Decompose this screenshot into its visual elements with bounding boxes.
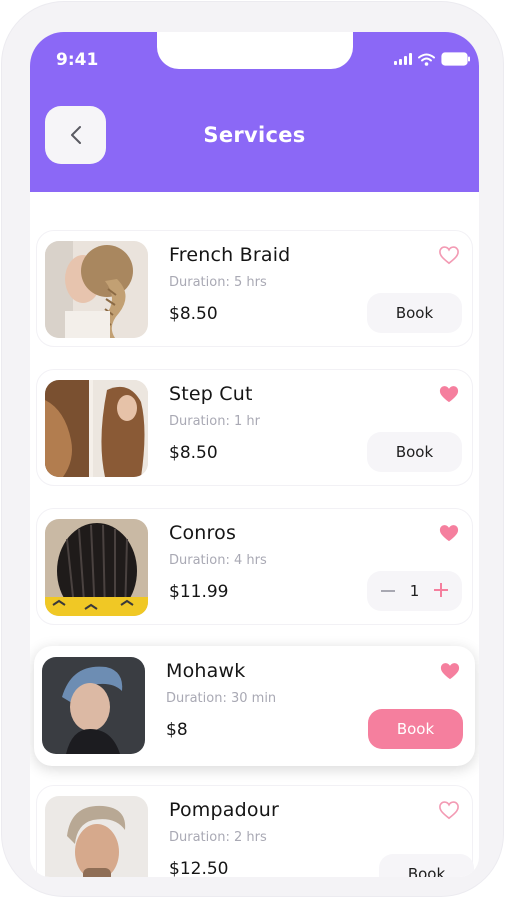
- quantity-stepper: 1: [367, 571, 462, 611]
- heart-filled-icon[interactable]: [438, 523, 460, 543]
- battery-icon: [441, 52, 470, 66]
- service-image: [42, 657, 145, 754]
- service-name: Step Cut: [169, 383, 253, 405]
- service-name: Mohawk: [166, 660, 246, 682]
- service-price: $8.50: [169, 443, 218, 463]
- app-screen: 9:41 Services French Braid Duration: 5 h…: [30, 32, 479, 877]
- device-notch: [157, 32, 353, 69]
- book-button[interactable]: Book: [379, 854, 474, 877]
- service-price: $8: [166, 720, 188, 740]
- wifi-icon: [418, 53, 435, 66]
- signal-icon: [394, 53, 412, 65]
- service-name: French Braid: [169, 244, 291, 266]
- service-card[interactable]: Pompadour Duration: 2 hrs $12.50 Book: [36, 785, 474, 877]
- service-card-selected[interactable]: Mohawk Duration: 30 min $8 Book: [34, 646, 475, 766]
- status-time: 9:41: [56, 50, 99, 70]
- service-name: Conros: [169, 522, 237, 544]
- heart-filled-icon[interactable]: [438, 384, 460, 404]
- service-image: [45, 796, 148, 877]
- service-duration: Duration: 1 hr: [169, 414, 260, 429]
- service-price: $8.50: [169, 304, 218, 324]
- heart-outline-icon[interactable]: [438, 245, 460, 265]
- service-card[interactable]: Step Cut Duration: 1 hr $8.50 Book: [36, 369, 473, 486]
- service-duration: Duration: 4 hrs: [169, 553, 267, 568]
- service-card[interactable]: French Braid Duration: 5 hrs $8.50 Book: [36, 230, 473, 347]
- book-button[interactable]: Book: [368, 709, 463, 749]
- phone-frame: 9:41 Services French Braid Duration: 5 h…: [2, 2, 503, 896]
- service-card[interactable]: Conros Duration: 4 hrs $11.99 1: [36, 508, 473, 625]
- heart-filled-icon[interactable]: [439, 661, 461, 681]
- service-price: $12.50: [169, 859, 229, 877]
- book-button[interactable]: Book: [367, 293, 462, 333]
- heart-outline-icon[interactable]: [438, 800, 460, 820]
- page-title: Services: [203, 123, 306, 147]
- service-duration: Duration: 2 hrs: [169, 830, 267, 845]
- service-image: [45, 519, 148, 616]
- service-image: [45, 241, 148, 338]
- plus-icon[interactable]: [434, 583, 448, 597]
- service-image: [45, 380, 148, 477]
- service-name: Pompadour: [169, 799, 279, 821]
- service-duration: Duration: 5 hrs: [169, 275, 267, 290]
- service-duration: Duration: 30 min: [166, 691, 277, 706]
- service-price: $11.99: [169, 582, 229, 602]
- status-icons: [394, 52, 471, 66]
- book-button[interactable]: Book: [367, 432, 462, 472]
- header-bar: 9:41 Services: [30, 32, 479, 192]
